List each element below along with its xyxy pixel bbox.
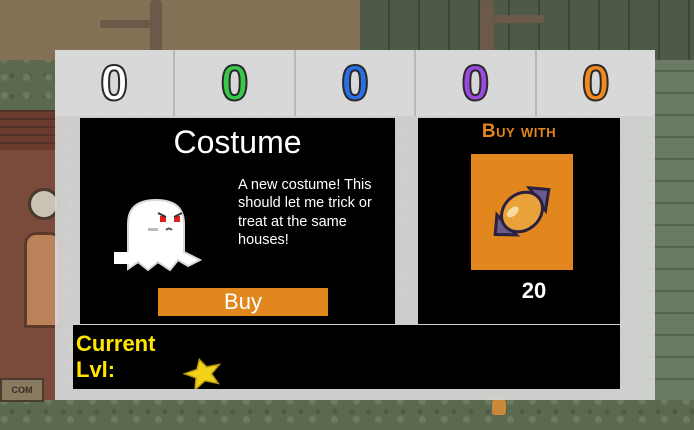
star-icon xyxy=(182,357,222,389)
currency-count-white: 0 xyxy=(99,55,129,111)
cost-card: Buy with 20 xyxy=(418,118,620,324)
orange-candy-icon xyxy=(493,185,551,237)
currency-counter-white: 0 xyxy=(55,50,176,116)
item-card: Costume A new costume! This should let m… xyxy=(80,118,395,324)
tree-branch xyxy=(494,15,544,23)
item-description: A new costume! This should let me trick … xyxy=(238,177,372,249)
tree-trunk xyxy=(480,0,494,55)
currency-counters: 0 0 0 0 0 xyxy=(55,50,656,116)
buy-with-heading: Buy with xyxy=(481,121,557,142)
currency-count-orange: 0 xyxy=(581,55,611,111)
tree-branch xyxy=(100,20,160,28)
stray-glyph: C xyxy=(398,166,411,186)
currency-count-blue: 0 xyxy=(340,55,370,111)
currency-counter-orange: 0 xyxy=(536,50,656,116)
house-roof xyxy=(0,110,56,150)
currency-counter-green: 0 xyxy=(175,50,296,116)
ghost-costume-icon xyxy=(114,198,203,272)
buy-button[interactable]: Buy xyxy=(158,288,328,316)
currency-count-purple: 0 xyxy=(461,55,491,111)
level-bar: Current Lvl: xyxy=(73,325,620,389)
currency-counter-blue: 0 xyxy=(295,50,417,116)
cost-amount: 20 xyxy=(521,278,547,303)
currency-counter-purple: 0 xyxy=(416,50,537,116)
item-title: Costume xyxy=(173,124,302,160)
house-sign: COM xyxy=(0,378,44,402)
candy-tile xyxy=(471,154,573,270)
current-level-label: Current Lvl: xyxy=(76,331,156,382)
currency-count-green: 0 xyxy=(220,55,250,111)
